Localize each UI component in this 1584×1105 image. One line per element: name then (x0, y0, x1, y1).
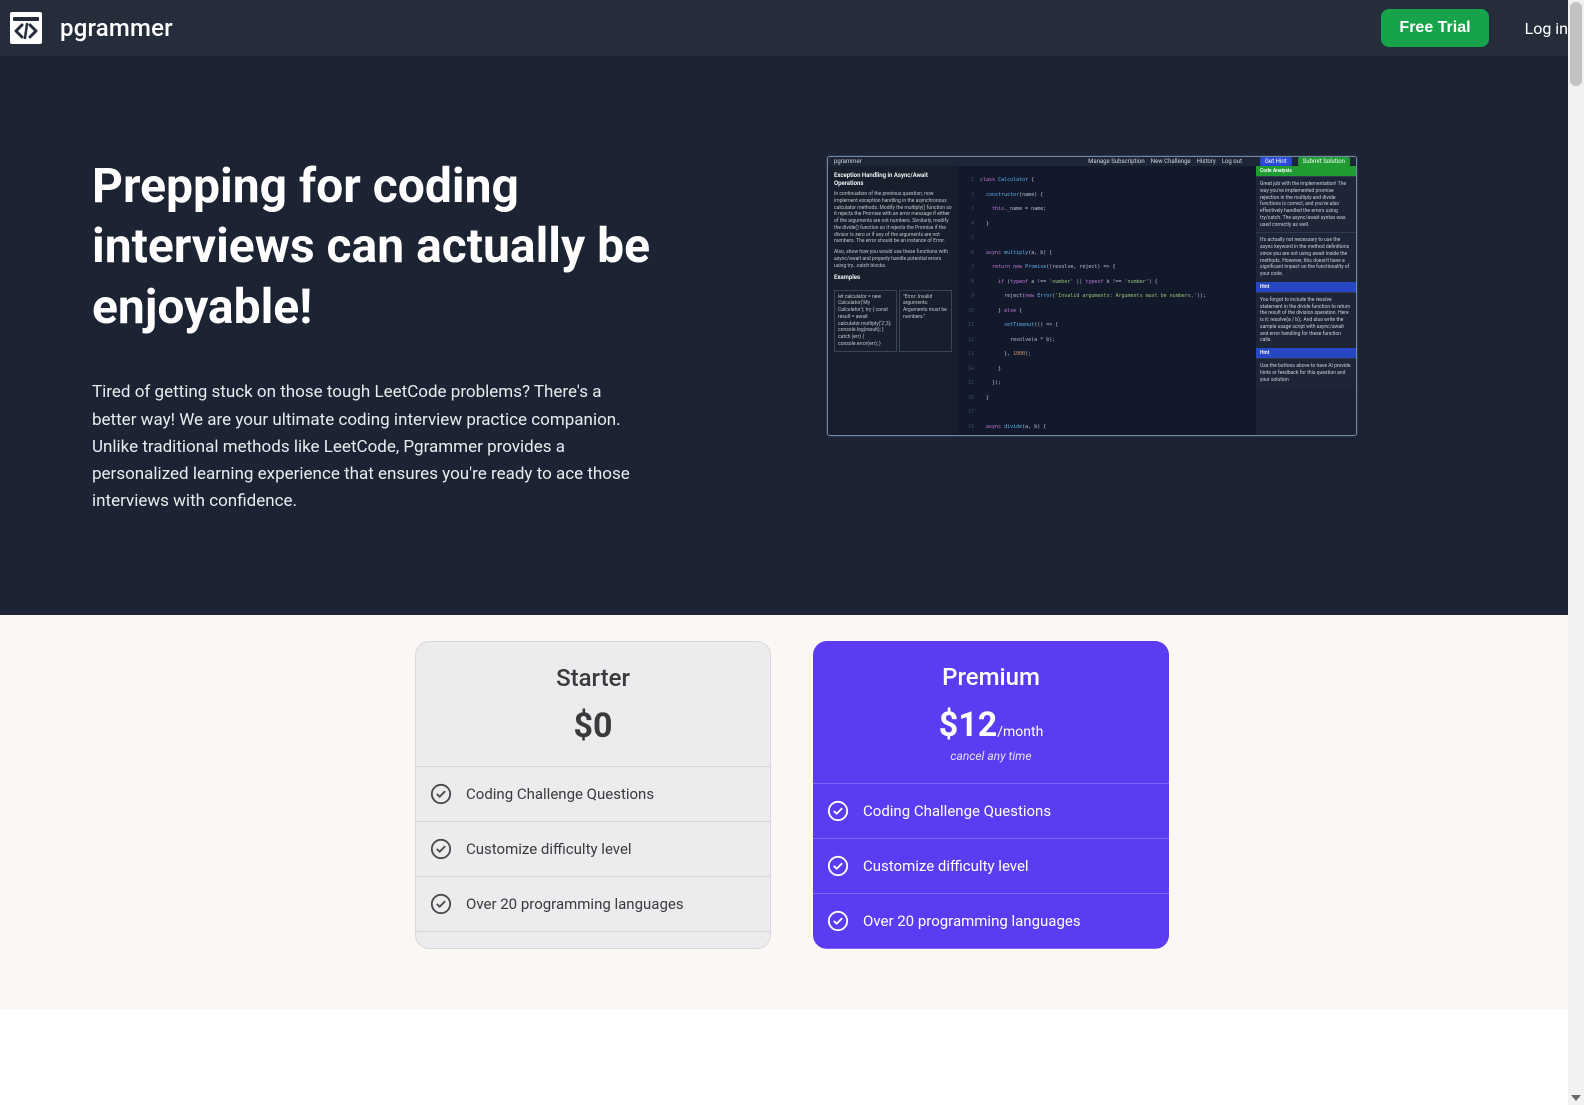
plan-feature: Customize difficulty level (416, 822, 770, 877)
plan-feature-label: Coding Challenge Questions (863, 802, 1051, 820)
check-circle-icon (430, 783, 452, 805)
plan-note: cancel any time (833, 749, 1149, 763)
product-screenshot: pgrammer Manage Subscription New Challen… (827, 156, 1357, 436)
shot-panel-title: Code Analysis (1256, 166, 1356, 176)
hero-screenshot-container: pgrammer Manage Subscription New Challen… (692, 156, 1492, 436)
plan-features: Coding Challenge Questions Customize dif… (416, 767, 770, 932)
plan-starter: Starter $0 Coding Challenge Questions Cu… (415, 641, 771, 949)
hero-subtitle: Tired of getting stuck on those tough Le… (92, 379, 632, 515)
shot-menu-item: Manage Subscription (1088, 158, 1145, 165)
check-circle-icon (827, 800, 849, 822)
top-navbar: pgrammer Free Trial Log in (0, 0, 1584, 56)
shot-get-hint-button: Get Hint (1260, 157, 1292, 166)
plan-feature: Customize difficulty level (813, 839, 1169, 894)
shot-menu-item: History (1197, 158, 1216, 165)
shot-analysis-panel: Code Analysis Great job with the impleme… (1256, 166, 1356, 436)
pricing-section: Starter $0 Coding Challenge Questions Cu… (0, 615, 1584, 1009)
shot-example-out: "Error: Invalid arguments: Arguments mus… (899, 290, 952, 352)
logo-icon[interactable] (10, 12, 42, 44)
shot-examples-label: Examples (834, 274, 952, 282)
plan-feature-label: Over 20 programming languages (466, 895, 684, 913)
plan-features: Coding Challenge Questions Customize dif… (813, 784, 1169, 949)
brand-name[interactable]: pgrammer (60, 14, 173, 42)
shot-menu-item: New Challenge (1151, 158, 1191, 165)
check-circle-icon (827, 910, 849, 932)
free-trial-button[interactable]: Free Trial (1381, 9, 1488, 47)
shot-editor: 1class Calculator { 2 constructor(name) … (958, 166, 1256, 436)
hero-text: Prepping for coding interviews can actua… (92, 156, 652, 515)
plan-feature-label: Coding Challenge Questions (466, 785, 654, 803)
plan-feature: Over 20 programming languages (416, 877, 770, 932)
shot-prompt-body2: Also, show how you would use these funct… (834, 249, 952, 269)
check-circle-icon (827, 855, 849, 877)
login-link[interactable]: Log in (1525, 19, 1568, 38)
plan-feature: Coding Challenge Questions (813, 784, 1169, 839)
plan-name: Premium (833, 663, 1149, 691)
plan-price: $0 (436, 706, 750, 746)
plan-feature-label: Over 20 programming languages (863, 912, 1081, 930)
shot-hint-body: You forgot to include the resolve statem… (1256, 292, 1356, 348)
shot-brand: pgrammer (834, 158, 862, 165)
plan-name: Starter (436, 664, 750, 692)
shot-example-code: let calculator = new Calculator('My Calc… (834, 290, 897, 352)
shot-hint-title: Hint (1256, 282, 1356, 292)
shot-submit-button: Submit Solution (1298, 157, 1350, 166)
shot-panel-body: Great job with the implementation! The w… (1256, 176, 1356, 232)
check-circle-icon (430, 838, 452, 860)
shot-prompt-title: Exception Handling in Async/Await Operat… (834, 172, 952, 188)
scroll-down-icon (1571, 1095, 1581, 1101)
shot-prompt-panel: Exception Handling in Async/Await Operat… (828, 166, 958, 436)
plan-feature: Coding Challenge Questions (416, 767, 770, 822)
plan-price: $12/month (833, 705, 1149, 745)
plan-feature-label: Customize difficulty level (466, 840, 632, 858)
hero-section: Prepping for coding interviews can actua… (0, 56, 1584, 615)
plan-feature-label: Customize difficulty level (863, 857, 1029, 875)
plan-premium: Premium $12/month cancel any time Coding… (813, 641, 1169, 949)
shot-prompt-body: In continuation of the previous question… (834, 191, 952, 245)
shot-hint-body2: Use the buttons above to have AI provide… (1256, 358, 1356, 387)
hero-title: Prepping for coding interviews can actua… (92, 156, 652, 337)
shot-panel-body2: It's actually not necessary to use the a… (1256, 232, 1356, 282)
shot-menu-item: Log out (1222, 158, 1242, 165)
plan-feature: Over 20 programming languages (813, 894, 1169, 949)
check-circle-icon (430, 893, 452, 915)
shot-hint-title2: Hint (1256, 348, 1356, 358)
